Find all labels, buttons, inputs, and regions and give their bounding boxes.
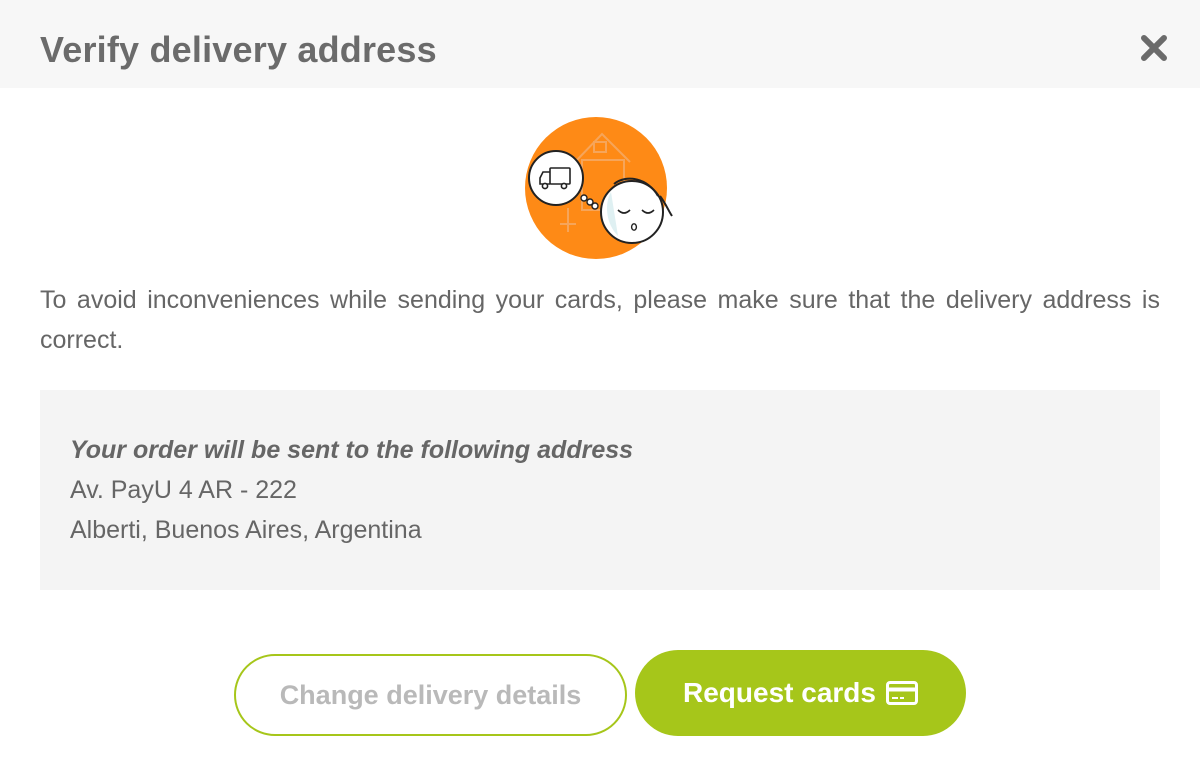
delivery-truck-illustration xyxy=(525,117,673,259)
address-street: Av. PayU 4 AR - 222 xyxy=(70,476,297,504)
change-delivery-details-label: Change delivery details xyxy=(279,679,582,710)
address-heading: Your order will be sent to the following… xyxy=(70,436,634,464)
credit-card-icon xyxy=(885,681,918,705)
close-button[interactable] xyxy=(1136,30,1172,66)
close-icon xyxy=(1141,35,1167,61)
intro-text: To avoid inconveniences while sending yo… xyxy=(40,286,1160,354)
dialog-title: Verify delivery address xyxy=(40,29,437,70)
change-delivery-details-button[interactable]: Change delivery details xyxy=(234,654,627,736)
address-panel: Your order will be sent to the following… xyxy=(40,390,1160,590)
request-cards-button[interactable]: Request cards xyxy=(635,650,966,736)
verify-address-dialog: Verify delivery address To avoid inconve… xyxy=(0,0,1200,776)
dialog-header: Verify delivery address xyxy=(0,0,1200,88)
request-cards-label: Request cards xyxy=(683,677,876,708)
address-city: Alberti, Buenos Aires, Argentina xyxy=(70,516,422,544)
